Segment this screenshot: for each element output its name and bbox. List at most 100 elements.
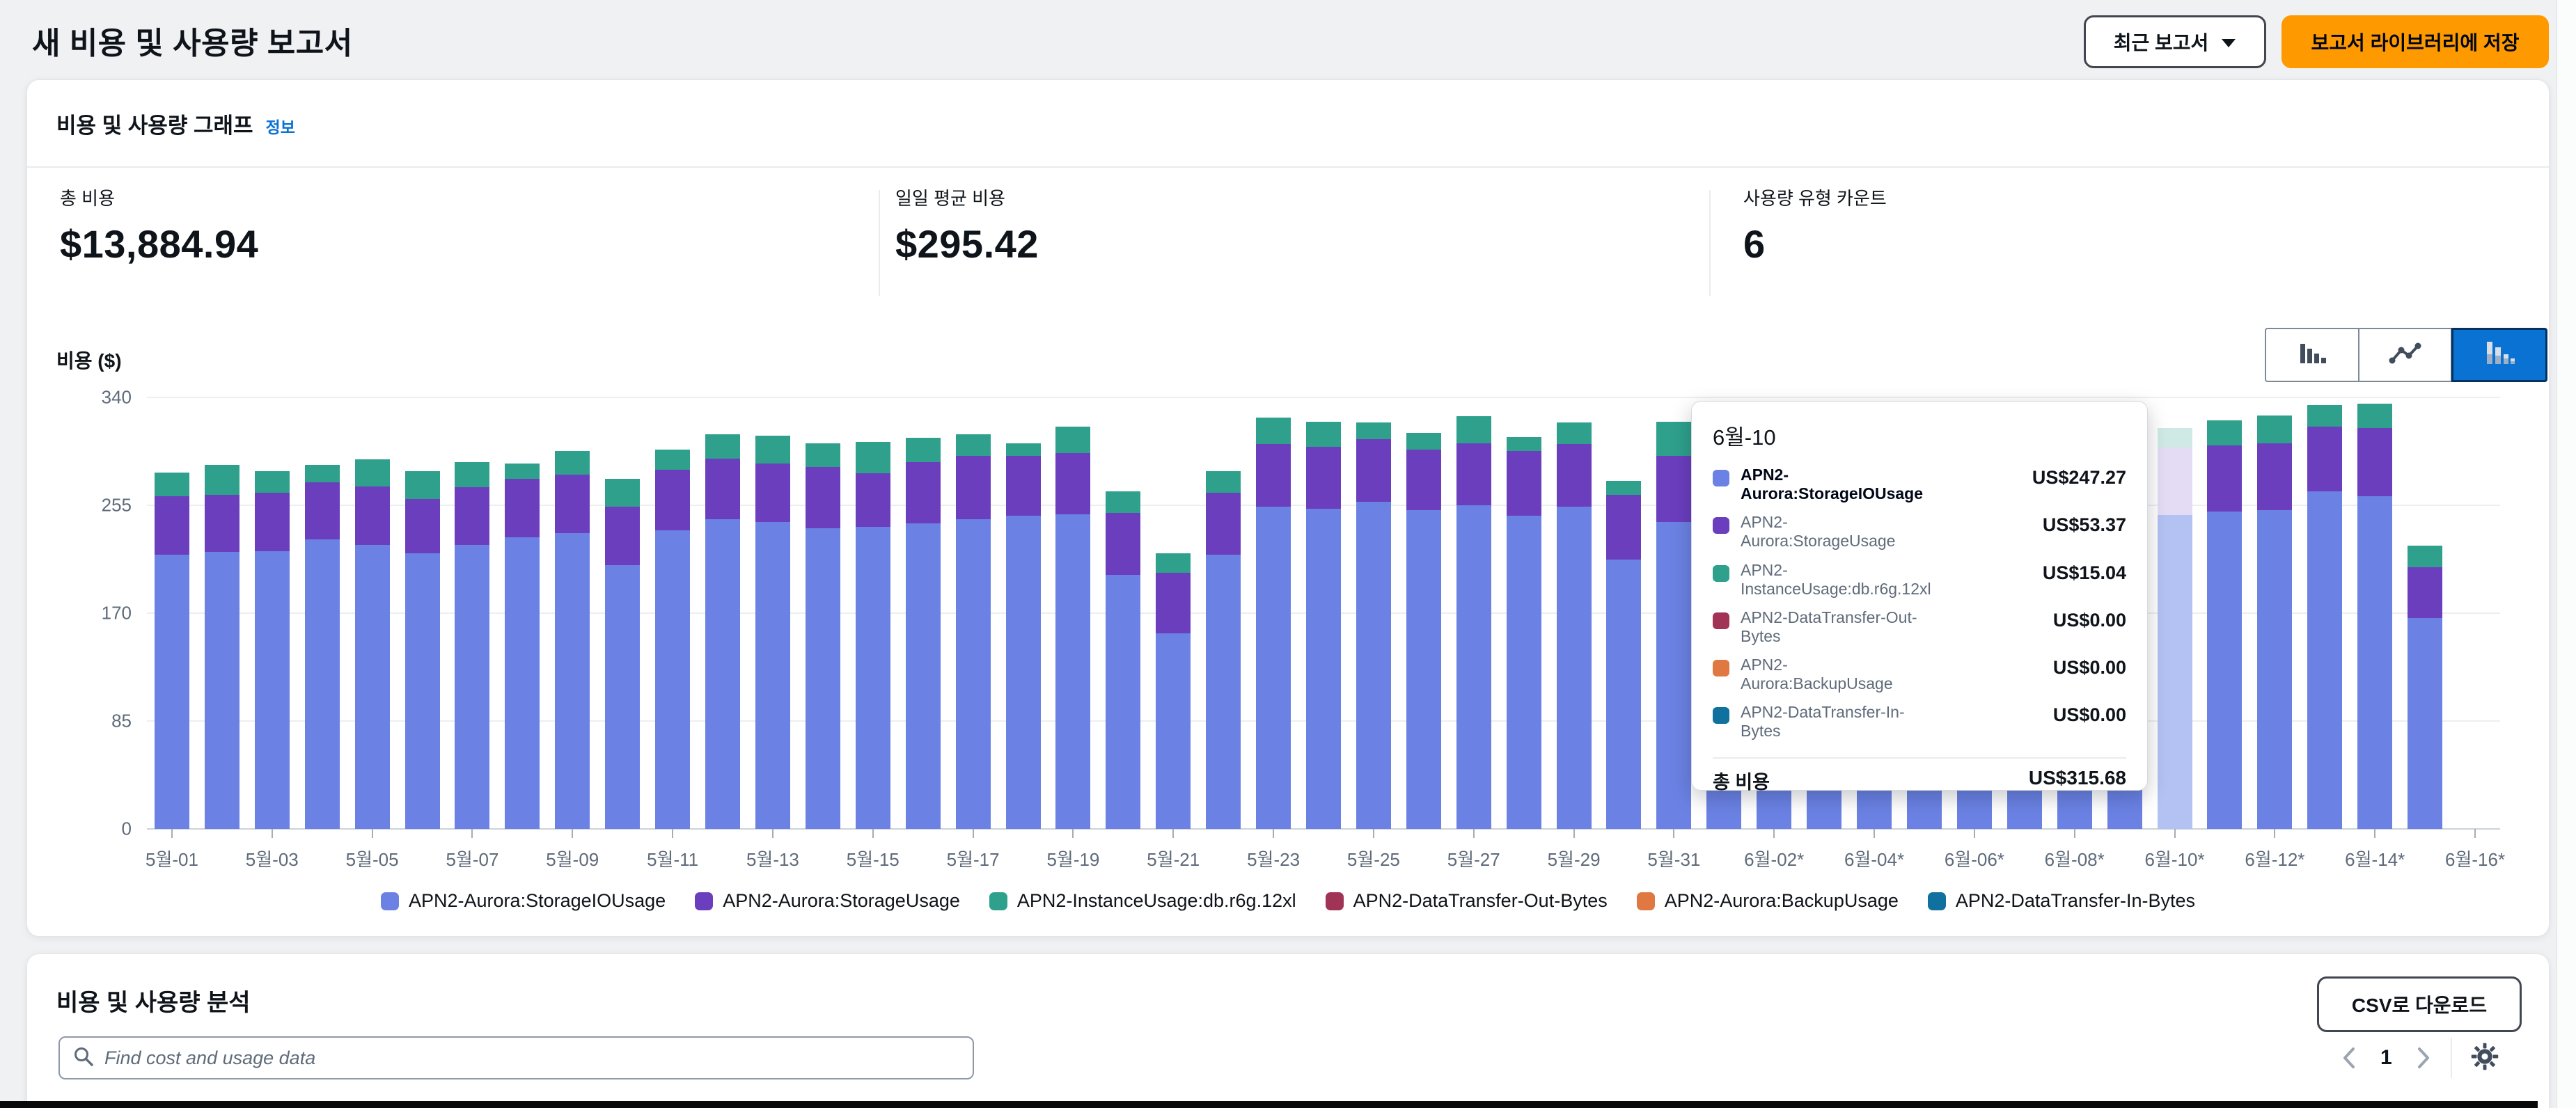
chart-bar-6월-13*[interactable] bbox=[2307, 405, 2342, 829]
x-axis-tick bbox=[1673, 829, 1674, 838]
chart-bar-5월-30[interactable] bbox=[1606, 481, 1641, 829]
chart-bar-6월-12*[interactable] bbox=[2257, 416, 2292, 829]
chart-bar-5월-24[interactable] bbox=[1306, 422, 1341, 829]
chart-bar-6월-15*[interactable] bbox=[2408, 546, 2442, 829]
chart-bar-5월-23[interactable] bbox=[1256, 418, 1291, 829]
x-axis-label: 5월-25 bbox=[1318, 846, 1429, 871]
x-axis-label: 6월-14* bbox=[2319, 846, 2430, 871]
bar-segment bbox=[1306, 509, 1341, 829]
chart-bar-5월-08[interactable] bbox=[505, 464, 540, 829]
bar-segment bbox=[1456, 443, 1491, 505]
legend-item[interactable]: APN2-Aurora:StorageIOUsage bbox=[381, 890, 666, 912]
chart-bar-5월-25[interactable] bbox=[1356, 422, 1391, 829]
chart-legend: APN2-Aurora:StorageIOUsage APN2-Aurora:St… bbox=[27, 890, 2549, 912]
download-csv-button[interactable]: CSV로 다운로드 bbox=[2317, 976, 2522, 1032]
bar-segment bbox=[1557, 422, 1592, 444]
next-page-icon[interactable] bbox=[2414, 1045, 2433, 1070]
x-axis-label: 6월-16* bbox=[2419, 846, 2531, 871]
bar-segment bbox=[505, 537, 540, 829]
chart-bar-5월-09[interactable] bbox=[555, 451, 590, 829]
chart-bar-5월-13[interactable] bbox=[755, 436, 790, 829]
chart-bar-5월-17[interactable] bbox=[956, 434, 991, 829]
bar-segment bbox=[555, 475, 590, 533]
bar-segment bbox=[1606, 560, 1641, 829]
chart-bar-5월-11[interactable] bbox=[655, 450, 690, 829]
search-field[interactable] bbox=[58, 1036, 974, 1079]
bar-segment bbox=[2158, 428, 2192, 447]
chart-bar-6월-14*[interactable] bbox=[2357, 404, 2392, 829]
chart-bar-5월-01[interactable] bbox=[155, 473, 189, 829]
divider bbox=[27, 166, 2549, 168]
search-input[interactable] bbox=[104, 1047, 960, 1069]
bar-segment bbox=[1206, 493, 1241, 555]
chart-bar-5월-05[interactable] bbox=[355, 459, 390, 829]
chart-bar-5월-15[interactable] bbox=[856, 442, 890, 829]
bar-segment bbox=[1507, 451, 1541, 516]
cost-usage-analysis-card: 비용 및 사용량 분석 CSV로 다운로드 1 bbox=[26, 953, 2550, 1108]
bar-segment bbox=[1656, 422, 1691, 456]
tooltip-color-chip bbox=[1713, 660, 1729, 676]
bar-segment bbox=[2207, 420, 2242, 445]
chart-bar-5월-28[interactable] bbox=[1507, 437, 1541, 829]
chart-bar-5월-07[interactable] bbox=[455, 462, 489, 829]
previous-page-icon[interactable] bbox=[2340, 1045, 2358, 1070]
settings-gear-icon[interactable] bbox=[2470, 1042, 2499, 1075]
chart-bar-5월-20[interactable] bbox=[1106, 491, 1140, 829]
chart-bar-5월-03[interactable] bbox=[255, 471, 290, 829]
chart-bar-5월-16[interactable] bbox=[906, 438, 941, 829]
chart-bar-5월-04[interactable] bbox=[305, 465, 340, 829]
bar-segment bbox=[355, 459, 390, 486]
bar-segment bbox=[1206, 555, 1241, 829]
x-axis-tick bbox=[973, 829, 974, 838]
info-link[interactable]: 정보 bbox=[266, 118, 295, 136]
legend-item[interactable]: APN2-InstanceUsage:db.r6g.12xl bbox=[989, 890, 1296, 912]
chart-bar-5월-12[interactable] bbox=[705, 434, 740, 829]
bar-segment bbox=[2307, 427, 2342, 491]
line-chart-toggle-button[interactable] bbox=[2359, 328, 2452, 382]
chart-bar-5월-14[interactable] bbox=[806, 443, 840, 829]
bar-segment bbox=[1606, 481, 1641, 495]
chart-tooltip: 6월-10 APN2-Aurora:StorageIOUsageUS$247.2… bbox=[1691, 401, 2148, 791]
save-to-library-button[interactable]: 보고서 라이브러리에 저장 bbox=[2282, 15, 2549, 68]
chart-bar-5월-26[interactable] bbox=[1406, 433, 1441, 829]
chart-bar-5월-06[interactable] bbox=[405, 471, 440, 829]
chart-bar-5월-29[interactable] bbox=[1557, 422, 1592, 829]
current-page-number[interactable]: 1 bbox=[2376, 1046, 2396, 1070]
chart-bar-5월-19[interactable] bbox=[1055, 427, 1090, 829]
x-axis-label: 5월-31 bbox=[1618, 846, 1729, 871]
y-axis-tick-label: 0 bbox=[62, 818, 132, 840]
x-axis-tick bbox=[572, 829, 573, 838]
bar-segment bbox=[906, 438, 941, 462]
x-axis-label: 6월-10* bbox=[2119, 846, 2231, 871]
legend-item[interactable]: APN2-Aurora:StorageUsage bbox=[695, 890, 960, 912]
chart-bar-5월-27[interactable] bbox=[1456, 416, 1491, 829]
bar-segment bbox=[2357, 496, 2392, 829]
cost-usage-graph-card: 비용 및 사용량 그래프정보 총 비용 $13,884.94 일일 평균 비용 … bbox=[26, 79, 2550, 937]
bar-chart-toggle-button[interactable] bbox=[2265, 328, 2359, 382]
chart-bar-6월-11*[interactable] bbox=[2207, 420, 2242, 829]
stacked-bar-chart-toggle-button[interactable] bbox=[2451, 328, 2547, 382]
chart-bar-5월-31[interactable] bbox=[1656, 422, 1691, 829]
daily-average-cost-value: $295.42 bbox=[895, 221, 1039, 267]
x-axis-tick bbox=[772, 829, 773, 838]
bar-segment bbox=[155, 473, 189, 497]
x-axis-tick bbox=[272, 829, 273, 838]
x-axis-tick bbox=[1072, 829, 1074, 838]
chart-bar-5월-21[interactable] bbox=[1156, 553, 1191, 829]
x-axis-label: 5월-23 bbox=[1218, 846, 1329, 871]
bar-segment bbox=[255, 493, 290, 551]
legend-item[interactable]: APN2-DataTransfer-Out-Bytes bbox=[1326, 890, 1608, 912]
chart-bar-6월-10*[interactable] bbox=[2158, 428, 2192, 829]
chart-bar-5월-22[interactable] bbox=[1206, 471, 1241, 829]
x-axis-label: 6월-08* bbox=[2019, 846, 2130, 871]
divider bbox=[879, 190, 880, 296]
bar-segment bbox=[1055, 427, 1090, 453]
chart-bar-5월-02[interactable] bbox=[205, 465, 239, 829]
scrollbar-track[interactable] bbox=[2557, 0, 2576, 1108]
chart-bar-5월-18[interactable] bbox=[1006, 443, 1041, 829]
bar-segment bbox=[1006, 443, 1041, 456]
legend-item[interactable]: APN2-DataTransfer-In-Bytes bbox=[1928, 890, 2195, 912]
chart-bar-5월-10[interactable] bbox=[605, 479, 640, 829]
legend-item[interactable]: APN2-Aurora:BackupUsage bbox=[1637, 890, 1899, 912]
recent-reports-button[interactable]: 최근 보고서 bbox=[2084, 15, 2266, 68]
